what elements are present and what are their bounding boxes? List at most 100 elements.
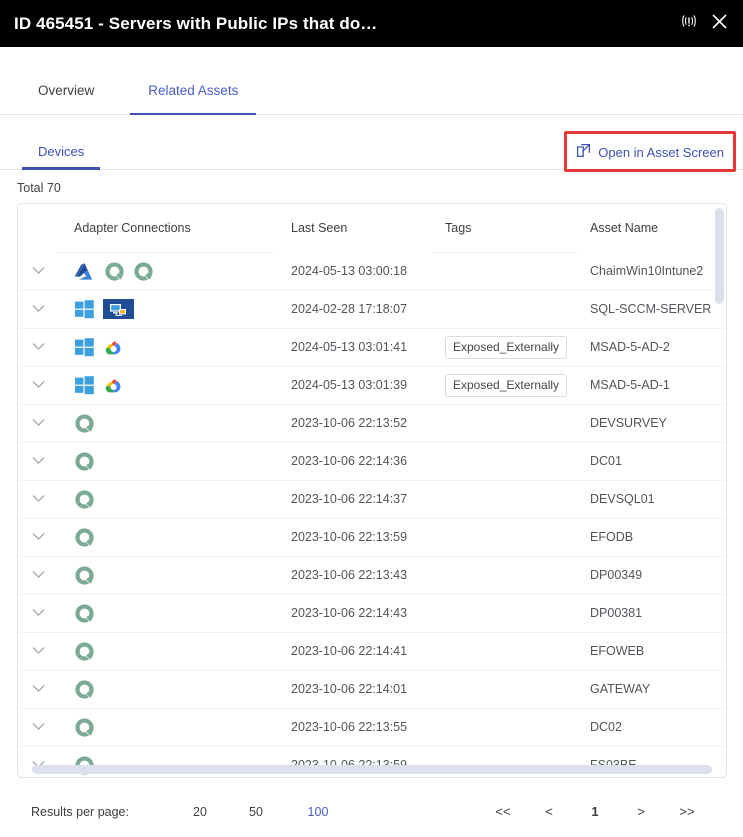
broadcast-icon[interactable]	[681, 14, 697, 33]
chevron-down-icon[interactable]	[32, 417, 45, 430]
tags-cell	[433, 442, 578, 481]
row-expand-cell[interactable]	[18, 670, 58, 709]
external-link-icon	[576, 143, 591, 161]
adapter-connections-cell	[58, 518, 273, 557]
pagination-footer: Results per page: 20 50 100 << < 1 > >>	[0, 786, 743, 837]
devices-table-card: Adapter Connections Last Seen Tags Asset…	[17, 203, 727, 778]
titlebar-actions	[681, 13, 743, 35]
asset-name-cell: DC02	[578, 708, 726, 747]
adapter-icon-group	[74, 299, 273, 319]
qualys-icon	[74, 489, 95, 510]
tag-chip: Exposed_Externally	[445, 335, 568, 359]
table-row[interactable]: 2023-10-06 22:14:36 DC01	[18, 442, 726, 481]
table-row[interactable]: 2024-05-13 03:00:18 ChaimWin10Intune2	[18, 252, 726, 291]
last-seen-cell: 2023-10-06 22:14:01	[273, 670, 433, 709]
table-row[interactable]: 2023-10-06 22:14:43 DP00381	[18, 594, 726, 633]
asset-name-cell: MSAD-5-AD-1	[578, 366, 726, 405]
vertical-scrollbar-thumb[interactable]	[715, 208, 724, 304]
adapter-icon-group	[74, 451, 273, 472]
column-header-adapter-connections[interactable]: Adapter Connections	[58, 204, 273, 253]
adapter-icon-group	[74, 337, 273, 357]
last-seen-cell: 2023-10-06 22:14:41	[273, 632, 433, 671]
table-row[interactable]: 2023-10-06 22:13:55 DC02	[18, 708, 726, 747]
table-row[interactable]: 2023-10-06 22:13:52 DEVSURVEY	[18, 404, 726, 443]
chevron-down-icon[interactable]	[32, 645, 45, 658]
row-expand-cell[interactable]	[18, 404, 58, 443]
table-row[interactable]: 2023-10-06 22:14:37 DEVSQL01	[18, 480, 726, 519]
row-expand-cell[interactable]	[18, 442, 58, 481]
subtab-devices[interactable]: Devices	[22, 144, 101, 170]
azure-icon	[74, 262, 96, 281]
asset-name-cell: DEVSQL01	[578, 480, 726, 519]
row-expand-cell[interactable]	[18, 366, 58, 405]
google-cloud-icon	[103, 338, 125, 357]
adapter-connections-cell	[58, 366, 273, 405]
chevron-down-icon[interactable]	[32, 303, 45, 316]
row-expand-cell[interactable]	[18, 328, 58, 367]
table-row[interactable]: 2023-10-06 22:13:59 EFODB	[18, 518, 726, 557]
chevron-down-icon[interactable]	[32, 379, 45, 392]
tab-related-assets[interactable]: Related Assets	[130, 66, 257, 115]
chevron-down-icon[interactable]	[32, 721, 45, 734]
devices-table: Adapter Connections Last Seen Tags Asset…	[18, 204, 726, 777]
adapter-icon-group	[74, 413, 273, 434]
last-seen-cell: 2023-10-06 22:13:59	[273, 518, 433, 557]
chevron-down-icon[interactable]	[32, 531, 45, 544]
qualys-icon	[104, 261, 125, 282]
pager-last-button[interactable]: >>	[664, 804, 710, 819]
column-header-tags[interactable]: Tags	[433, 204, 578, 253]
devices-table-header: Adapter Connections Last Seen Tags Asset…	[18, 204, 726, 253]
results-per-page-100[interactable]: 100	[298, 805, 338, 819]
row-expand-cell[interactable]	[18, 556, 58, 595]
qualys-icon	[74, 679, 95, 700]
sub-tabs-row: Devices Open in Asset Screen	[0, 130, 743, 172]
table-row[interactable]: 2023-10-06 22:14:01 GATEWAY	[18, 670, 726, 709]
table-row[interactable]: 2023-10-06 22:13:43 DP00349	[18, 556, 726, 595]
chevron-down-icon[interactable]	[32, 607, 45, 620]
tags-cell	[433, 404, 578, 443]
table-row[interactable]: 2024-05-13 03:01:41 Exposed_Externally MSA…	[18, 328, 726, 367]
pager-next-button[interactable]: >	[618, 804, 664, 819]
open-in-asset-screen-label: Open in Asset Screen	[598, 144, 724, 160]
tags-cell: Exposed_Externally	[433, 366, 578, 405]
row-expand-cell[interactable]	[18, 594, 58, 633]
chevron-down-icon[interactable]	[32, 455, 45, 468]
tags-cell	[433, 290, 578, 329]
close-icon[interactable]	[711, 13, 728, 35]
last-seen-cell: 2024-05-13 03:01:39	[273, 366, 433, 405]
adapter-connections-cell	[58, 594, 273, 633]
open-in-asset-screen-button[interactable]: Open in Asset Screen	[574, 141, 726, 163]
adapter-icon-group	[74, 565, 273, 586]
row-expand-cell[interactable]	[18, 252, 58, 291]
pager-prev-button[interactable]: <	[526, 804, 572, 819]
results-per-page-20[interactable]: 20	[180, 805, 220, 819]
row-expand-cell[interactable]	[18, 518, 58, 557]
adapter-icon-group	[74, 261, 273, 282]
adapter-icon-group	[74, 375, 273, 395]
last-seen-cell: 2023-10-06 22:14:37	[273, 480, 433, 519]
tags-cell	[433, 594, 578, 633]
results-per-page-50[interactable]: 50	[236, 805, 276, 819]
tab-overview[interactable]: Overview	[20, 66, 112, 114]
row-expand-cell[interactable]	[18, 480, 58, 519]
chevron-down-icon[interactable]	[32, 493, 45, 506]
chevron-down-icon[interactable]	[32, 341, 45, 354]
row-expand-cell[interactable]	[18, 632, 58, 671]
column-header-last-seen[interactable]: Last Seen	[273, 204, 433, 252]
chevron-down-icon[interactable]	[32, 569, 45, 582]
table-row[interactable]: 2024-02-28 17:18:07 SQL-SCCM-SERVER	[18, 290, 726, 329]
chevron-down-icon[interactable]	[32, 683, 45, 696]
asset-name-cell: ChaimWin10Intune2	[578, 252, 726, 291]
column-header-asset-name[interactable]: Asset Name	[578, 204, 726, 252]
tags-cell: Exposed_Externally	[433, 328, 578, 367]
row-expand-cell[interactable]	[18, 290, 58, 329]
table-row[interactable]: 2023-10-06 22:14:41 EFOWEB	[18, 632, 726, 671]
row-expand-cell[interactable]	[18, 708, 58, 747]
qualys-icon	[74, 451, 95, 472]
table-row[interactable]: 2024-05-13 03:01:39 Exposed_Externally MSA…	[18, 366, 726, 405]
chevron-down-icon[interactable]	[32, 265, 45, 278]
adapter-connections-cell	[58, 670, 273, 709]
horizontal-scrollbar-thumb[interactable]	[32, 765, 712, 774]
qualys-icon	[133, 261, 154, 282]
pager-first-button[interactable]: <<	[480, 804, 526, 819]
